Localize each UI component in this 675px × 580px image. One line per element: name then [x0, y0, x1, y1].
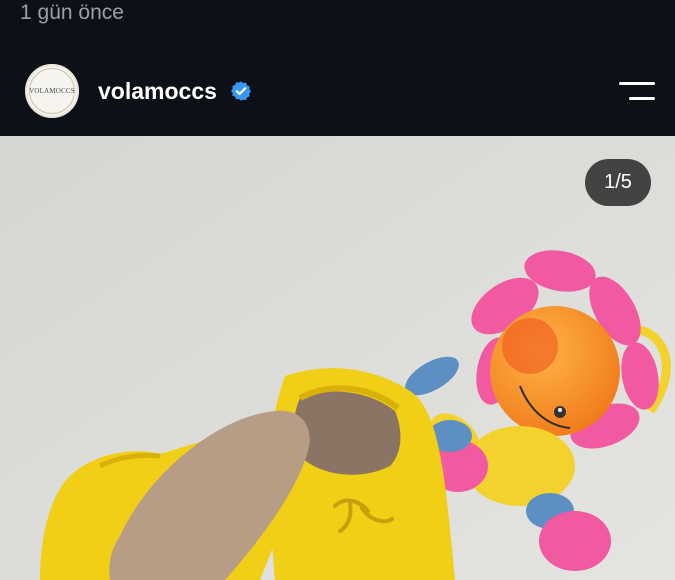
menu-line-bottom: [629, 97, 655, 100]
media-counter: 1/5: [585, 159, 651, 206]
avatar-logo-text: VOLAMOCCS: [29, 87, 75, 95]
post-image-graphic: [0, 136, 675, 580]
avatar[interactable]: VOLAMOCCS: [25, 64, 79, 118]
post-header: VOLAMOCCS volamoccs: [0, 44, 675, 136]
post-image[interactable]: [0, 136, 675, 580]
verified-badge-icon: [231, 81, 251, 101]
menu-icon[interactable]: [619, 80, 655, 102]
avatar-logo: VOLAMOCCS: [29, 68, 75, 114]
username[interactable]: volamoccs: [98, 76, 217, 106]
post-timestamp: 1 gün önce: [20, 1, 124, 24]
menu-line-top: [619, 82, 655, 85]
